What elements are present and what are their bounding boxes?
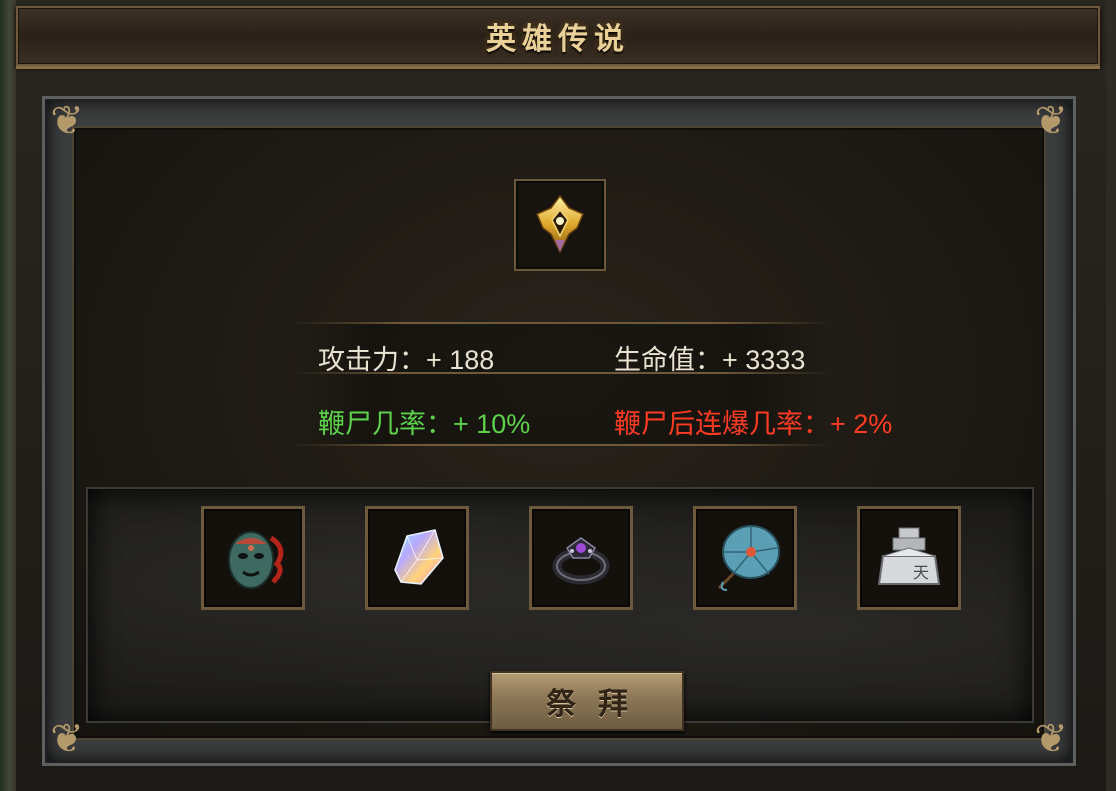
- whip-rate-stat: 鞭尸几率：+ 10%: [318, 409, 531, 439]
- ring-icon: [552, 537, 610, 585]
- gold-crest-emblem-icon: [536, 194, 584, 254]
- stats-divider: [292, 322, 832, 324]
- attack-stat: 攻击力：+ 188: [318, 345, 495, 375]
- pray-button-label: 祭拜: [546, 687, 650, 722]
- item-slot-mask[interactable]: [201, 506, 305, 610]
- corner-ornament-top-left-icon: ❦: [50, 98, 84, 144]
- hp-stat: 生命值：+ 3333: [614, 345, 806, 375]
- umbrella-icon: [717, 525, 780, 591]
- stats-divider: [292, 444, 832, 446]
- corner-ornament-bottom-right-icon: ❦: [1034, 716, 1068, 762]
- left-edge-strip: [0, 0, 16, 791]
- item-slot-crystal[interactable]: [365, 506, 469, 610]
- emblem-slot[interactable]: [514, 179, 606, 271]
- svg-text:天: 天: [913, 563, 929, 582]
- pray-button[interactable]: 祭拜: [490, 671, 684, 731]
- corner-ornament-bottom-left-icon: ❦: [50, 716, 84, 762]
- title-bar: 英雄传说: [16, 6, 1100, 66]
- seal-icon: 天: [877, 527, 941, 585]
- title-divider: [16, 66, 1100, 69]
- stats-panel: 攻击力：+ 188 生命值：+ 3333 鞭尸几率：+ 10% 鞭尸后连爆几率：…: [292, 322, 892, 446]
- item-slot-seal[interactable]: 天: [857, 506, 961, 610]
- item-slot-ring[interactable]: [529, 506, 633, 610]
- crystal-icon: [394, 529, 444, 585]
- window-title: 英雄传说: [486, 22, 630, 57]
- whip-combo-rate-stat: 鞭尸后连爆几率：+ 2%: [614, 409, 893, 439]
- item-slot-umbrella[interactable]: [693, 506, 797, 610]
- corner-ornament-top-right-icon: ❦: [1034, 98, 1068, 144]
- mask-icon: [228, 531, 284, 589]
